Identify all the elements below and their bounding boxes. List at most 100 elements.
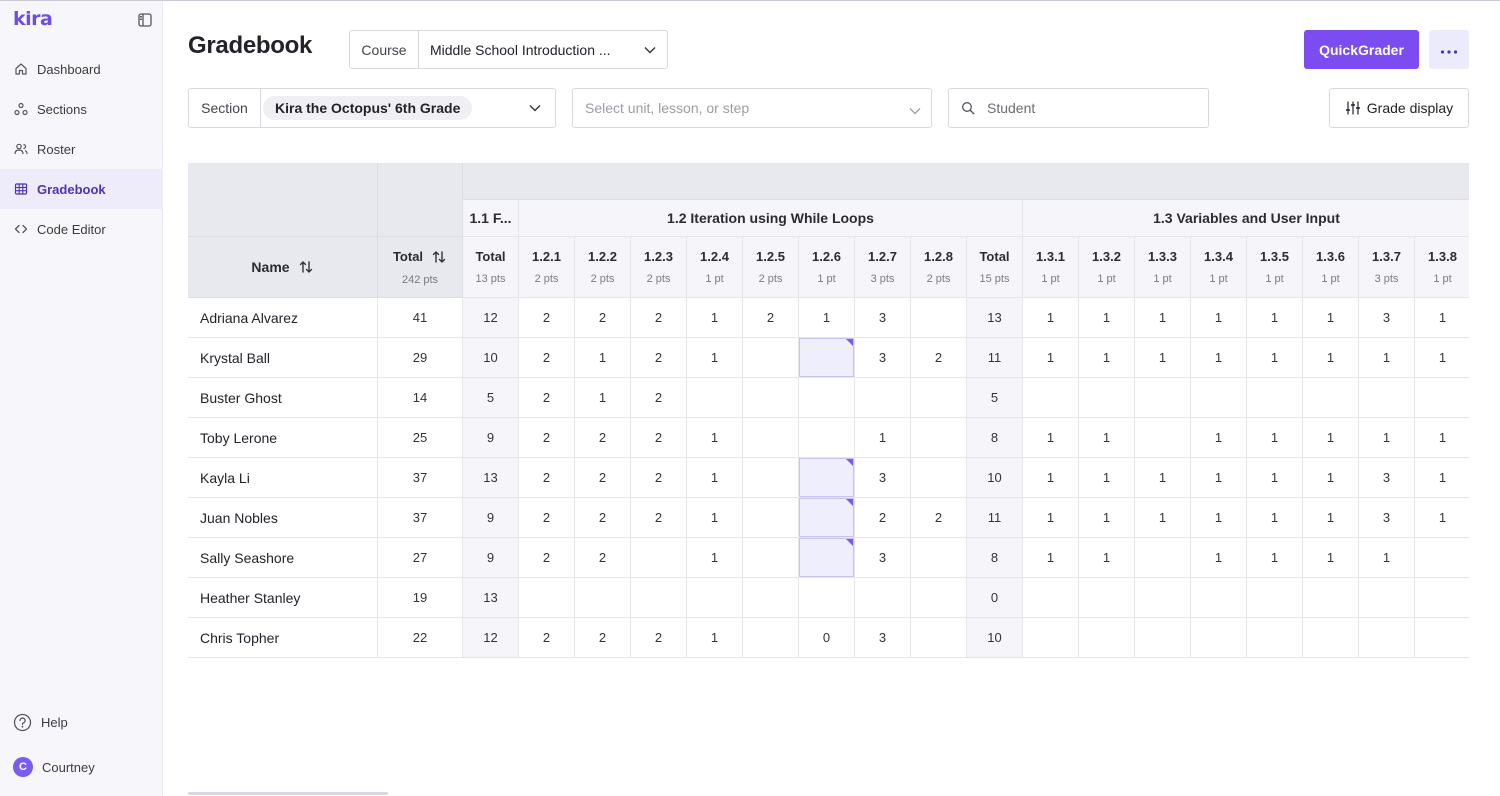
grade-cell[interactable]: 1 xyxy=(1023,338,1079,378)
grade-cell[interactable] xyxy=(1359,378,1415,418)
lesson-total-cell[interactable]: 10 xyxy=(967,618,1023,658)
grade-cell[interactable] xyxy=(855,578,911,618)
grade-cell[interactable]: 3 xyxy=(855,618,911,658)
grade-cell[interactable]: 1 xyxy=(1359,338,1415,378)
section-select[interactable]: Section Kira the Octopus' 6th Grade xyxy=(188,88,556,128)
grade-cell[interactable] xyxy=(1135,378,1191,418)
step-column-header[interactable]: 1.2.3 2 pts xyxy=(631,237,687,298)
grade-cell[interactable]: 1 xyxy=(1191,298,1247,338)
grade-cell[interactable] xyxy=(1415,578,1469,618)
grade-cell[interactable] xyxy=(911,578,967,618)
student-name[interactable]: Sally Seashore xyxy=(188,538,378,578)
student-search[interactable] xyxy=(948,88,1209,128)
grade-cell[interactable]: 3 xyxy=(1359,498,1415,538)
grade-cell[interactable]: 1 xyxy=(687,458,743,498)
grade-cell[interactable]: 2 xyxy=(519,378,575,418)
course-select[interactable]: Course Middle School Introduction ... xyxy=(349,30,668,69)
grade-cell[interactable]: 1 xyxy=(1079,498,1135,538)
student-name[interactable]: Kayla Li xyxy=(188,458,378,498)
grade-cell[interactable]: 1 xyxy=(1191,538,1247,578)
grade-cell[interactable]: 1 xyxy=(1247,298,1303,338)
grade-cell[interactable]: 1 xyxy=(1135,458,1191,498)
step-column-header[interactable]: 1.2.1 2 pts xyxy=(519,237,575,298)
lesson-total-cell[interactable]: 9 xyxy=(463,538,519,578)
grade-cell[interactable]: 2 xyxy=(519,498,575,538)
grade-cell[interactable]: 1 xyxy=(1191,498,1247,538)
step-column-header[interactable]: 1.3.2 1 pt xyxy=(1079,237,1135,298)
step-column-header[interactable]: 1.3.3 1 pt xyxy=(1135,237,1191,298)
sidebar-item-gradebook[interactable]: Gradebook xyxy=(0,169,162,209)
student-search-input[interactable] xyxy=(987,100,1187,116)
grade-cell[interactable] xyxy=(631,538,687,578)
grade-cell[interactable]: 3 xyxy=(1359,458,1415,498)
grade-cell[interactable]: 1 xyxy=(1079,418,1135,458)
grade-cell[interactable]: 2 xyxy=(631,338,687,378)
grade-cell[interactable] xyxy=(911,378,967,418)
grade-cell[interactable]: 2 xyxy=(631,378,687,418)
grade-cell[interactable] xyxy=(799,498,855,538)
student-name[interactable]: Adriana Alvarez xyxy=(188,298,378,338)
student-name[interactable]: Krystal Ball xyxy=(188,338,378,378)
grade-cell[interactable]: 1 xyxy=(1079,298,1135,338)
step-column-header[interactable]: 1.2.8 2 pts xyxy=(911,237,967,298)
grade-cell[interactable] xyxy=(855,378,911,418)
lesson-total-cell[interactable]: 12 xyxy=(463,618,519,658)
grade-cell[interactable]: 3 xyxy=(855,458,911,498)
grade-cell[interactable]: 2 xyxy=(631,298,687,338)
grade-cell[interactable] xyxy=(519,578,575,618)
sidebar-item-sections[interactable]: Sections xyxy=(0,89,162,129)
grade-cell[interactable]: 1 xyxy=(1135,298,1191,338)
grade-display-button[interactable]: Grade display xyxy=(1329,88,1469,128)
grade-cell[interactable]: 2 xyxy=(575,418,631,458)
grade-cell[interactable]: 1 xyxy=(687,298,743,338)
lesson-header[interactable]: 1.3 Variables and User Input xyxy=(1023,200,1469,237)
grade-cell[interactable]: 2 xyxy=(911,338,967,378)
grade-cell[interactable] xyxy=(1303,378,1359,418)
grade-cell[interactable] xyxy=(1191,618,1247,658)
step-column-header[interactable]: 1.2.6 1 pt xyxy=(799,237,855,298)
grade-cell[interactable]: 1 xyxy=(1247,458,1303,498)
sort-icon[interactable] xyxy=(298,259,314,275)
lesson-header[interactable]: 1.1 F... xyxy=(463,200,519,237)
grade-cell[interactable] xyxy=(743,498,799,538)
lesson-total-cell[interactable]: 10 xyxy=(463,338,519,378)
grade-cell[interactable]: 2 xyxy=(519,418,575,458)
grade-cell[interactable] xyxy=(1135,418,1191,458)
grade-cell[interactable] xyxy=(911,418,967,458)
grade-cell[interactable]: 1 xyxy=(1247,338,1303,378)
grade-cell[interactable] xyxy=(1303,578,1359,618)
grade-cell[interactable]: 1 xyxy=(1023,498,1079,538)
grade-cell[interactable] xyxy=(1191,378,1247,418)
grade-cell[interactable] xyxy=(743,378,799,418)
grade-cell[interactable]: 1 xyxy=(1415,458,1469,498)
lesson-total-cell[interactable]: 11 xyxy=(967,338,1023,378)
unit-lesson-step-select[interactable]: Select unit, lesson, or step xyxy=(572,88,932,128)
step-column-header[interactable]: 1.2.2 2 pts xyxy=(575,237,631,298)
grade-cell[interactable] xyxy=(799,578,855,618)
grade-cell[interactable]: 2 xyxy=(575,498,631,538)
grade-cell[interactable]: 1 xyxy=(687,618,743,658)
grade-cell[interactable]: 2 xyxy=(855,498,911,538)
grade-cell[interactable]: 1 xyxy=(1303,538,1359,578)
grade-cell[interactable] xyxy=(743,538,799,578)
grade-cell[interactable]: 1 xyxy=(1303,498,1359,538)
grade-cell[interactable] xyxy=(1023,378,1079,418)
grade-cell[interactable]: 1 xyxy=(1247,538,1303,578)
grade-cell[interactable] xyxy=(1079,378,1135,418)
grade-cell[interactable]: 2 xyxy=(519,298,575,338)
student-name[interactable]: Buster Ghost xyxy=(188,378,378,418)
more-options-button[interactable] xyxy=(1429,30,1469,69)
grade-cell[interactable]: 1 xyxy=(1415,418,1469,458)
step-column-header[interactable]: 1.3.5 1 pt xyxy=(1247,237,1303,298)
grade-cell[interactable]: 1 xyxy=(1415,498,1469,538)
grade-cell[interactable]: 1 xyxy=(1359,418,1415,458)
grade-cell[interactable]: 1 xyxy=(1191,418,1247,458)
horizontal-scrollbar[interactable] xyxy=(188,792,388,795)
grade-cell[interactable]: 1 xyxy=(1135,498,1191,538)
grade-cell[interactable] xyxy=(1415,618,1469,658)
grade-cell[interactable] xyxy=(743,578,799,618)
grade-cell[interactable] xyxy=(1359,578,1415,618)
grade-cell[interactable] xyxy=(1247,578,1303,618)
grade-cell[interactable] xyxy=(1247,618,1303,658)
lesson-total-cell[interactable]: 13 xyxy=(463,578,519,618)
